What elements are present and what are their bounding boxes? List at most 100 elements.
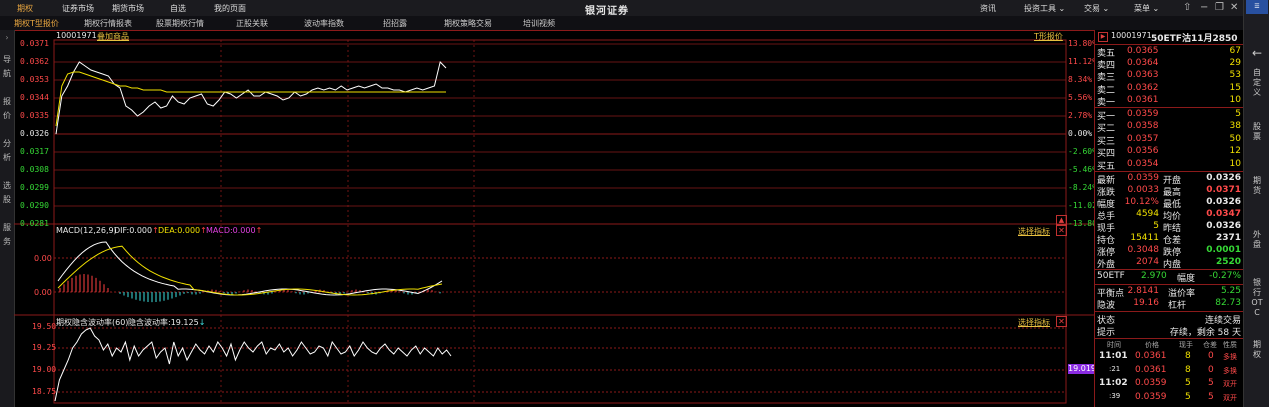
stock-pick-label-char[interactable]: 选 <box>2 180 12 192</box>
iv-current-value: 19.019 <box>1068 364 1096 374</box>
ask-price: 0.0364 <box>1127 58 1159 69</box>
price-tick: 0.0281 <box>20 219 49 228</box>
trade-price: 0.0361 <box>1135 351 1167 361</box>
skin-icon[interactable]: ⇧ <box>1183 2 1191 13</box>
tab-training-video[interactable]: 培训视频 <box>523 18 555 29</box>
trade-header-price: 价格 <box>1145 341 1159 349</box>
analysis-label-char[interactable]: 析 <box>2 152 12 164</box>
divider <box>1095 269 1244 270</box>
left-nav-strip: › 导 航 报 价 分 析 选 股 服 务 <box>0 30 15 407</box>
stat-value: 0.0347 <box>1206 209 1241 219</box>
tab-my-page[interactable]: 我的页面 <box>214 3 246 14</box>
ask-label: 卖二 <box>1097 85 1116 96</box>
trade-kind: 多换 <box>1223 366 1237 375</box>
tab-foreign[interactable]: 外盘 <box>1250 230 1264 250</box>
analysis-label-char[interactable]: 分 <box>2 138 12 150</box>
right-category-strip: ☰ ← 自定义 股票 期货 外盘 银行OTC 期权 <box>1243 0 1269 407</box>
ask-volume: 10 <box>1229 94 1241 105</box>
menu-invest-tools[interactable]: 投资工具 ⌄ <box>1024 3 1065 14</box>
pct-tick: 2.78% <box>1068 111 1093 120</box>
dif-line <box>57 241 443 296</box>
chart-border <box>53 39 1067 404</box>
tab-futures-market[interactable]: 期货市场 <box>112 3 144 14</box>
service-label-char[interactable]: 务 <box>2 236 12 248</box>
menu-main[interactable]: 菜单 ⌄ <box>1134 3 1159 14</box>
tab-strategy-trade[interactable]: 期权策略交易 <box>444 18 492 29</box>
stat-value: 0.0326 <box>1206 173 1241 183</box>
bid-price: 0.0358 <box>1127 121 1159 132</box>
expand-arrow-icon[interactable]: › <box>2 32 12 44</box>
trade-time: :39 <box>1109 391 1121 400</box>
nav-label-char[interactable]: 航 <box>2 68 12 80</box>
stat-value: 2371 <box>1215 233 1241 243</box>
tab-underlying-link[interactable]: 正股关联 <box>236 18 268 29</box>
stat-value: 2074 <box>1136 257 1159 267</box>
etf-fudu-label: 幅度 <box>1177 274 1196 284</box>
tab-t-quote[interactable]: 期权T型报价 <box>14 18 59 29</box>
extra-value: 5.25 <box>1220 286 1241 296</box>
divider <box>1095 338 1244 339</box>
add-overlay-link[interactable]: 叠加商品 <box>97 31 129 42</box>
macd-series <box>57 241 443 303</box>
divider <box>1095 171 1244 172</box>
trade-header-time: 时间 <box>1107 341 1121 349</box>
tab-stock-option-quote[interactable]: 股票期权行情 <box>156 18 204 29</box>
tab-stocks[interactable]: 股票 <box>1250 122 1264 142</box>
collapse-up-icon[interactable]: ▲ <box>1056 215 1067 225</box>
ask-volume: 29 <box>1229 58 1241 69</box>
iv-line <box>54 327 452 402</box>
stock-pick-label-char[interactable]: 股 <box>2 194 12 206</box>
close-panel-icon[interactable]: ✕ <box>1056 225 1067 236</box>
trade-time: 11:02 <box>1099 378 1128 388</box>
price-tick: 0.0317 <box>20 147 49 156</box>
restore-icon[interactable]: ❐ <box>1215 2 1224 13</box>
quote-label-char[interactable]: 报 <box>2 96 12 108</box>
divider <box>1095 284 1244 285</box>
tab-options[interactable]: 期权 <box>17 3 33 14</box>
select-indicator-link[interactable]: 选择指标 <box>1018 226 1050 237</box>
dea-label: DEA:0.000↑ <box>158 226 207 235</box>
nav-label-char[interactable]: 导 <box>2 54 12 66</box>
etf-fudu-value: -0.27% <box>1209 271 1241 281</box>
minimize-icon[interactable]: − <box>1200 2 1208 13</box>
select-indicator-link[interactable]: 选择指标 <box>1018 317 1050 328</box>
extra-value: 19.16 <box>1133 298 1159 308</box>
tab-futures[interactable]: 期货 <box>1250 176 1264 196</box>
quote-label-char[interactable]: 价 <box>2 110 12 122</box>
tab-options[interactable]: 期权 <box>1250 340 1264 360</box>
logo-icon: ☰ <box>1246 0 1268 14</box>
service-label-char[interactable]: 服 <box>2 222 12 234</box>
bid-price: 0.0357 <box>1127 133 1159 144</box>
menu-news[interactable]: 资讯 <box>980 3 996 14</box>
trade-volume: 5 <box>1185 378 1191 388</box>
price-tick: 0.0290 <box>20 201 49 210</box>
expand-icon[interactable]: ▶ <box>1098 32 1108 42</box>
pct-tick: -2.60% <box>1068 147 1097 156</box>
up-arrow-icon: ↑ <box>255 226 263 235</box>
tab-zhaozhaolu[interactable]: 招招露 <box>383 18 407 29</box>
back-arrow-icon[interactable]: ← <box>1250 47 1264 59</box>
t-quote-link[interactable]: T形报价 <box>1034 31 1063 42</box>
tab-volatility-index[interactable]: 波动率指数 <box>304 18 344 29</box>
dif-label: DIF:0.000↑ <box>114 226 159 235</box>
close-panel-icon[interactable]: ✕ <box>1056 316 1067 327</box>
tab-bank-otc[interactable]: 银行OTC <box>1250 278 1264 318</box>
stat-value: 0.0326 <box>1206 197 1241 207</box>
close-icon[interactable]: ✕ <box>1230 2 1238 13</box>
tab-custom[interactable]: 自定义 <box>1250 68 1264 98</box>
tab-securities-market[interactable]: 证券市场 <box>62 3 94 14</box>
intraday-chart-area: 10001971 叠加商品 T形报价 MACD(12,26,9) DIF:0.0… <box>14 30 1102 407</box>
option-code: 10001971 <box>56 31 97 40</box>
trade-header-kind: 性质 <box>1223 341 1237 349</box>
ask-price: 0.0362 <box>1127 82 1159 93</box>
menu-trade[interactable]: 交易 ⌄ <box>1084 3 1109 14</box>
bid-label: 买一 <box>1097 112 1116 122</box>
tab-option-report[interactable]: 期权行情报表 <box>84 18 132 29</box>
bid-label: 买二 <box>1097 124 1116 135</box>
price-tick: 0.0335 <box>20 111 49 120</box>
extra-label: 隐波 <box>1097 301 1116 311</box>
trade-header-vol: 现手 <box>1179 341 1193 349</box>
tab-watchlist[interactable]: 自选 <box>170 3 186 14</box>
ask-price: 0.0363 <box>1127 70 1159 81</box>
trade-time: 11:01 <box>1099 351 1128 361</box>
